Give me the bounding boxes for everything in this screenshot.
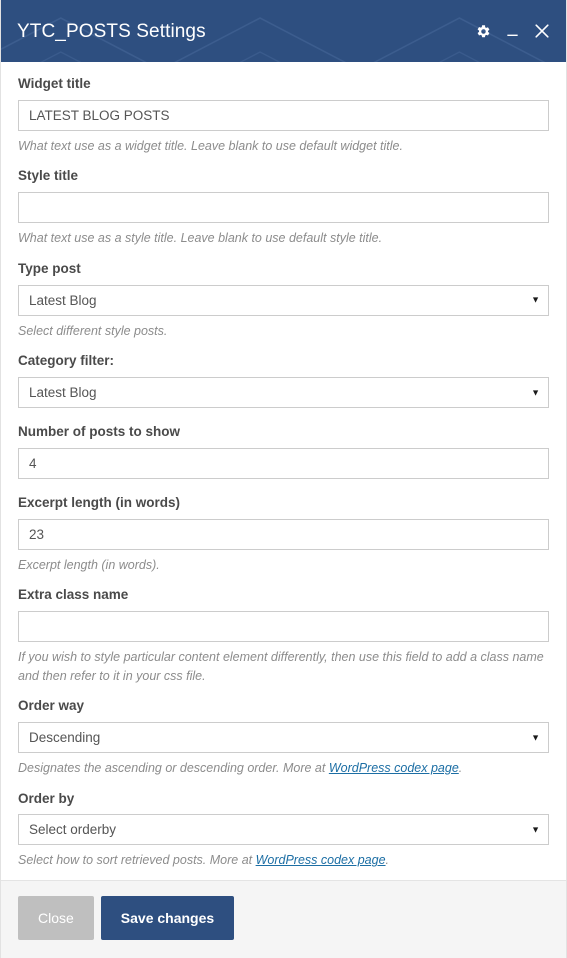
excerpt-length-input[interactable]	[18, 518, 549, 550]
field-number-of-posts: Number of posts to show	[18, 424, 549, 479]
page-title: YTC_POSTS Settings	[17, 20, 206, 42]
excerpt-length-help: Excerpt length (in words).	[18, 557, 160, 572]
modal-footer: Close Save changes	[1, 880, 566, 958]
wordpress-codex-link[interactable]: WordPress codex page	[329, 761, 459, 775]
widget-title-help: What text use as a widget title. Leave b…	[18, 138, 403, 153]
widget-title-label: Widget title	[18, 76, 91, 91]
field-type-post: Type post Latest Blog ▼ Select different…	[18, 261, 549, 340]
widget-title-input[interactable]	[18, 99, 549, 131]
excerpt-length-label: Excerpt length (in words)	[18, 494, 181, 510]
order-by-help: Select how to sort retrieved posts. More…	[18, 851, 549, 870]
order-by-select-wrap: Select orderby ▼	[18, 814, 549, 846]
settings-form: Widget title What text use as a widget t…	[1, 62, 566, 880]
type-post-select[interactable]: Latest Blog	[18, 284, 549, 316]
extra-class-name-input[interactable]	[18, 611, 549, 643]
field-category-filter: Category filter: Latest Blog ▼	[18, 353, 549, 408]
style-title-label: Style title	[18, 168, 79, 184]
type-post-help: Select different style posts.	[18, 323, 168, 338]
style-title-input[interactable]	[18, 192, 549, 224]
order-way-help-prefix: Designates the ascending or descending o…	[18, 761, 329, 775]
field-order-way: Order way Descending ▼ Designates the as…	[18, 698, 549, 777]
field-widget-title: Widget title What text use as a widget t…	[18, 76, 549, 155]
category-filter-select-wrap: Latest Blog ▼	[18, 377, 549, 408]
order-by-help-prefix: Select how to sort retrieved posts. More…	[18, 853, 256, 868]
extra-class-name-label: Extra class name	[18, 587, 129, 603]
order-way-select[interactable]: Descending	[18, 722, 549, 753]
order-way-help: Designates the ascending or descending o…	[18, 759, 549, 778]
order-way-select-wrap: Descending ▼	[18, 722, 549, 753]
order-by-label: Order by	[18, 790, 75, 806]
modal-header: YTC_POSTS Settings	[1, 0, 566, 62]
number-of-posts-input[interactable]	[18, 447, 549, 479]
type-post-select-wrap: Latest Blog ▼	[18, 284, 549, 316]
order-way-label: Order way	[18, 698, 85, 714]
close-button[interactable]: Close	[18, 896, 94, 940]
extra-class-name-help: If you wish to style particular content …	[18, 650, 544, 683]
field-extra-class-name: Extra class name If you wish to style pa…	[18, 587, 549, 685]
field-order-by: Order by Select orderby ▼ Select how to …	[18, 791, 549, 870]
category-filter-select[interactable]: Latest Blog	[18, 377, 549, 408]
field-excerpt-length: Excerpt length (in words) Excerpt length…	[18, 495, 549, 574]
header-actions	[476, 23, 550, 39]
close-icon[interactable]	[534, 23, 550, 39]
save-changes-button[interactable]: Save changes	[100, 896, 235, 940]
field-style-title: Style title What text use as a style tit…	[18, 168, 549, 247]
type-post-label: Type post	[18, 260, 81, 276]
settings-modal: YTC_POSTS Settings Widget title LATEST B…	[0, 0, 567, 958]
minimize-icon[interactable]	[505, 24, 520, 39]
order-way-help-suffix: .	[458, 761, 463, 775]
order-by-help-suffix: .	[385, 853, 390, 868]
wordpress-codex-link[interactable]: WordPress codex page	[256, 853, 386, 867]
gear-icon[interactable]	[476, 24, 491, 39]
category-filter-label: Category filter:	[18, 353, 115, 369]
number-of-posts-label: Number of posts to show	[18, 424, 180, 439]
style-title-help: What text use as a style title. Leave bl…	[18, 231, 383, 246]
order-by-select[interactable]: Select orderby	[18, 814, 549, 846]
